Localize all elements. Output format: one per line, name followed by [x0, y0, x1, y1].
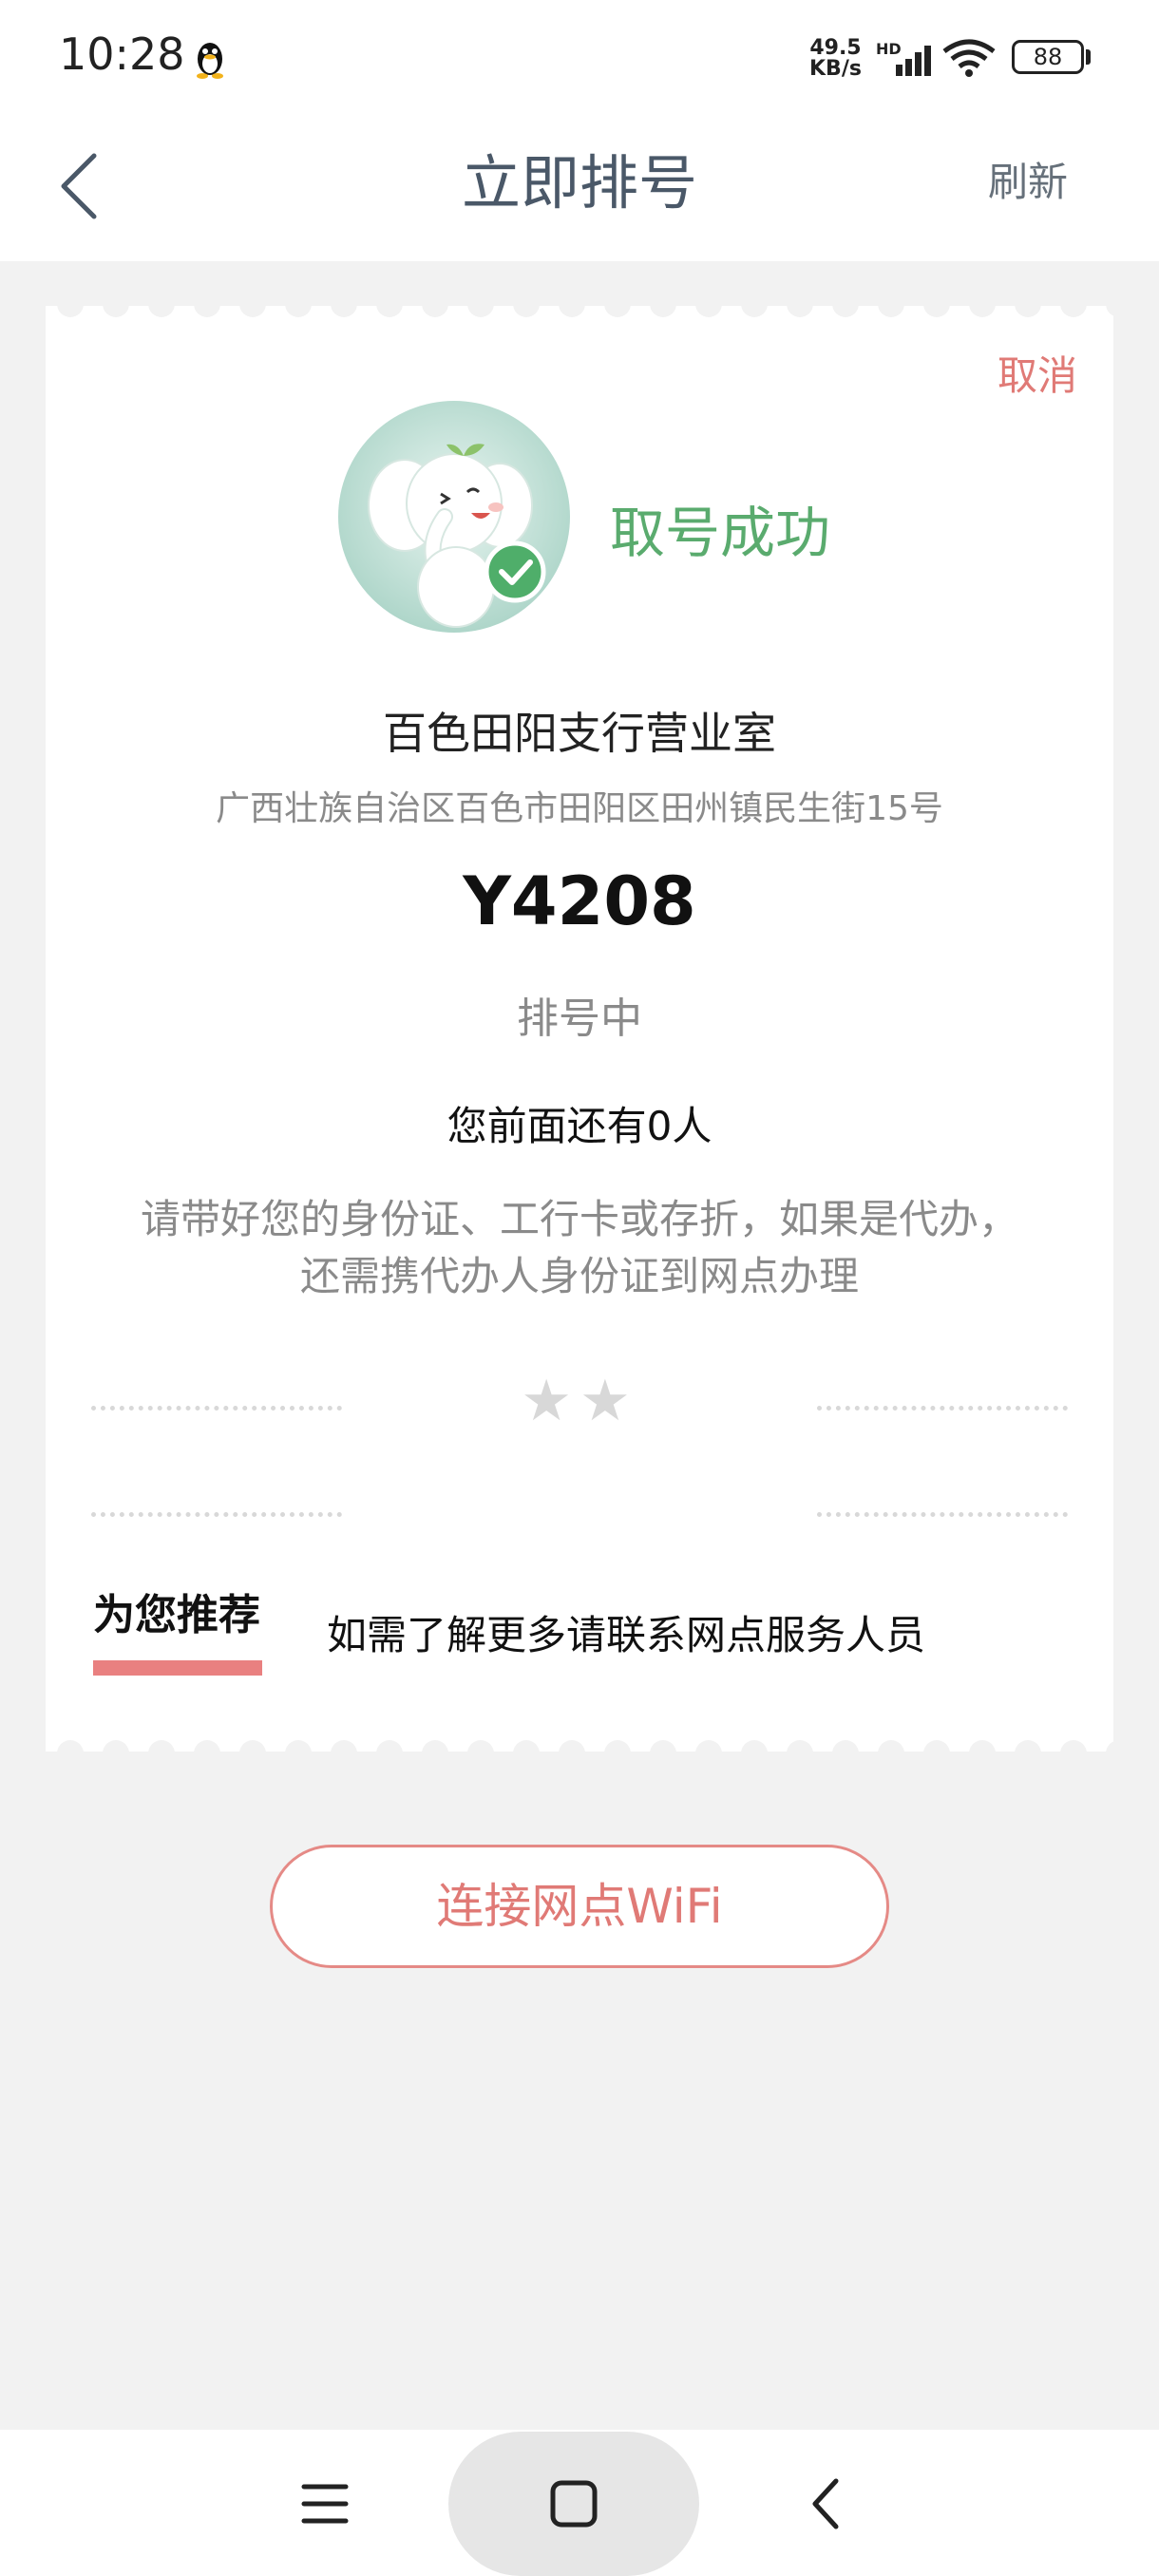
- card-top-edge: [46, 304, 1113, 332]
- dotted-divider: [91, 1512, 342, 1517]
- chevron-left-icon: [812, 2478, 839, 2529]
- branch-name: 百色田阳支行营业室: [383, 708, 776, 759]
- qq-penguin-icon: [192, 38, 228, 84]
- notice-line: 还需携代办人身份证到网点办理: [299, 1253, 859, 1299]
- elephant-mascot-check-icon: [338, 401, 570, 633]
- page-title: 立即排号: [461, 148, 697, 218]
- success-text: 取号成功: [610, 501, 831, 565]
- recommend-text: 如需了解更多请联系网点服务人员: [327, 1612, 926, 1658]
- dotted-divider: [817, 1512, 1068, 1517]
- star-decoration: ★★: [521, 1368, 638, 1434]
- branch-address: 广西壮族自治区百色市田阳区田州镇民生街15号: [216, 789, 943, 828]
- status-time: 10:28: [59, 28, 185, 80]
- battery-tip: [1086, 49, 1091, 65]
- nav-back-button[interactable]: [808, 2473, 846, 2538]
- tab-underline: [93, 1660, 262, 1676]
- connect-wifi-button[interactable]: 连接网点WiFi: [270, 1845, 889, 1968]
- wifi-icon: [940, 38, 998, 82]
- notice-text: 请带好您的身份证、工行卡或存折，如果是代办， 还需携代办人身份证到网点办理: [86, 1191, 1074, 1305]
- nav-home-button[interactable]: [549, 2477, 598, 2534]
- card-bottom-edge: [46, 1725, 1113, 1753]
- queue-status: 排号中: [517, 994, 642, 1043]
- ticket-number: Y4208: [463, 862, 696, 940]
- net-speed: 49.5 KB/s: [809, 36, 862, 81]
- menu-lines-icon: [301, 2484, 349, 2524]
- nav-menu-button[interactable]: [300, 2479, 350, 2532]
- signal-bars-icon: [879, 44, 934, 82]
- cancel-button[interactable]: 取消: [998, 344, 1077, 402]
- battery-icon: 88: [1012, 40, 1084, 74]
- refresh-button[interactable]: 刷新: [988, 154, 1068, 211]
- people-ahead: 您前面还有0人: [446, 1103, 712, 1149]
- notice-line: 请带好您的身份证、工行卡或存折，如果是代办，: [140, 1196, 1018, 1242]
- square-home-icon: [550, 2480, 598, 2528]
- tab-recommend[interactable]: 为您推荐: [93, 1581, 260, 1641]
